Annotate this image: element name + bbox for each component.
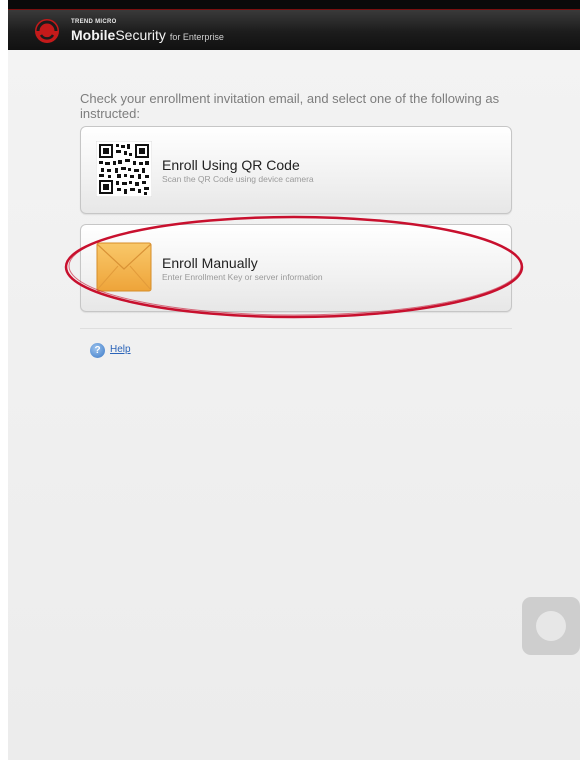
app-title-suffix: for Enterprise (169, 32, 224, 42)
qr-code-icon (96, 141, 152, 197)
enroll-manually-button[interactable]: Enroll Manually Enter Enrollment Key or … (80, 224, 512, 312)
app-title-rest: Security (115, 27, 166, 43)
enrollment-panel: Check your enrollment invitation email, … (8, 50, 580, 760)
assistive-touch-button[interactable] (522, 597, 580, 655)
divider (80, 328, 512, 329)
enroll-manually-subtitle: Enter Enrollment Key or server informati… (162, 272, 323, 282)
enroll-qr-code-button[interactable]: Enroll Using QR Code Scan the QR Code us… (80, 126, 512, 214)
instructions-text: Check your enrollment invitation email, … (80, 91, 500, 121)
app-title-bold: Mobile (71, 27, 116, 43)
envelope-icon (96, 242, 152, 292)
app-header: TREND MICRO MobileSecurity for Enterpris… (8, 9, 580, 50)
enroll-qr-title: Enroll Using QR Code (162, 157, 300, 173)
help-icon[interactable]: ? (90, 343, 105, 358)
app-title: MobileSecurity for Enterprise (71, 27, 224, 43)
help-link[interactable]: Help (110, 344, 131, 355)
enroll-manually-title: Enroll Manually (162, 255, 258, 271)
trend-micro-logo-icon (35, 19, 59, 43)
enroll-qr-subtitle: Scan the QR Code using device camera (162, 174, 314, 184)
brand-vendor: TREND MICRO (71, 19, 117, 25)
status-bar (8, 0, 580, 9)
